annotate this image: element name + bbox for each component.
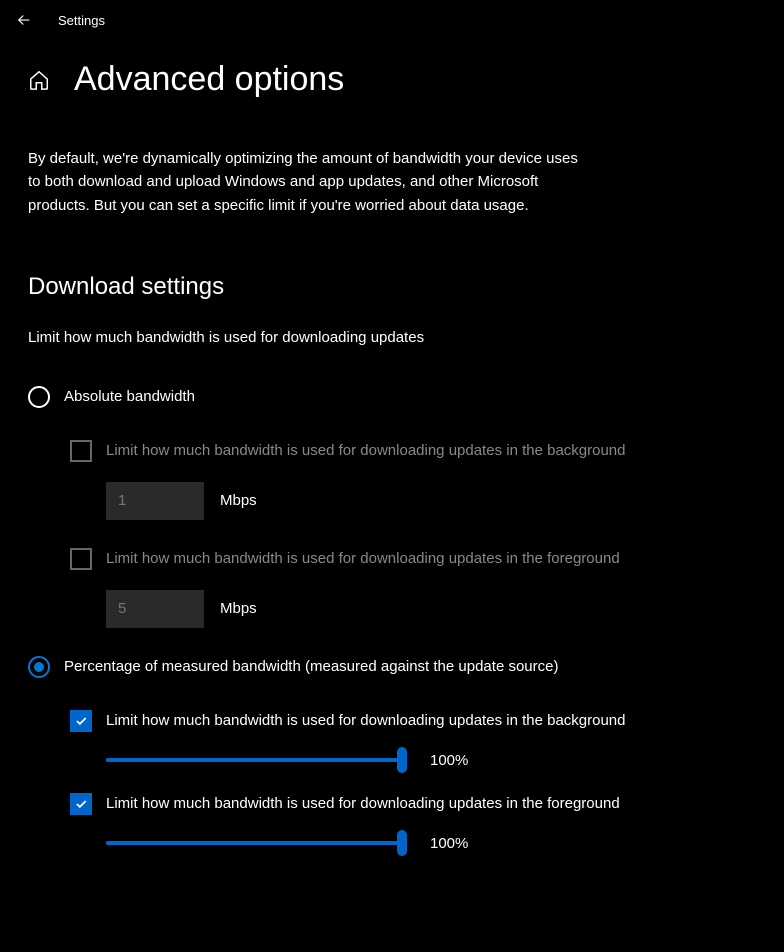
unit-label: Mbps	[220, 492, 257, 509]
radio-label: Percentage of measured bandwidth (measur…	[64, 658, 558, 675]
absolute-background-input[interactable]	[106, 482, 204, 520]
arrow-left-icon	[15, 11, 33, 29]
checkbox-label: Limit how much bandwidth is used for dow…	[106, 712, 626, 729]
checkbox-icon	[70, 548, 92, 570]
checkbox-label: Limit how much bandwidth is used for dow…	[106, 795, 620, 812]
page-header: Advanced options	[28, 60, 756, 99]
checkbox-icon	[70, 710, 92, 732]
unit-label: Mbps	[220, 600, 257, 617]
absolute-group: Limit how much bandwidth is used for dow…	[70, 440, 756, 628]
radio-percentage-bandwidth[interactable]: Percentage of measured bandwidth (measur…	[28, 656, 756, 678]
checkbox-label: Limit how much bandwidth is used for dow…	[106, 550, 620, 567]
checkbox-icon	[70, 793, 92, 815]
slider-background[interactable]	[106, 758, 402, 762]
content-area: Advanced options By default, we're dynam…	[0, 40, 784, 896]
back-button[interactable]	[14, 10, 34, 30]
checkbox-absolute-background[interactable]: Limit how much bandwidth is used for dow…	[70, 440, 756, 462]
slider-foreground-value: 100%	[430, 835, 468, 852]
checkbox-absolute-foreground[interactable]: Limit how much bandwidth is used for dow…	[70, 548, 756, 570]
checkbox-percentage-background[interactable]: Limit how much bandwidth is used for dow…	[70, 710, 756, 732]
slider-fill	[106, 758, 402, 762]
titlebar: Settings	[0, 0, 784, 40]
radio-icon	[28, 656, 50, 678]
radio-icon	[28, 386, 50, 408]
download-section-sub: Limit how much bandwidth is used for dow…	[28, 329, 756, 346]
slider-background-row: 100%	[106, 752, 756, 769]
slider-foreground[interactable]	[106, 841, 402, 845]
page-description: By default, we're dynamically optimizing…	[28, 147, 588, 217]
slider-fill	[106, 841, 402, 845]
download-section-title: Download settings	[28, 273, 756, 301]
radio-label: Absolute bandwidth	[64, 388, 195, 405]
checkbox-label: Limit how much bandwidth is used for dow…	[106, 442, 626, 459]
slider-background-value: 100%	[430, 752, 468, 769]
app-name: Settings	[58, 13, 105, 28]
absolute-foreground-input-row: Mbps	[106, 590, 756, 628]
page-title: Advanced options	[74, 60, 344, 99]
slider-thumb[interactable]	[397, 747, 407, 773]
checkbox-icon	[70, 440, 92, 462]
slider-foreground-row: 100%	[106, 835, 756, 852]
absolute-foreground-input[interactable]	[106, 590, 204, 628]
slider-thumb[interactable]	[397, 830, 407, 856]
home-icon[interactable]	[28, 69, 50, 91]
checkbox-percentage-foreground[interactable]: Limit how much bandwidth is used for dow…	[70, 793, 756, 815]
percentage-group: Limit how much bandwidth is used for dow…	[70, 710, 756, 852]
radio-absolute-bandwidth[interactable]: Absolute bandwidth	[28, 386, 756, 408]
absolute-background-input-row: Mbps	[106, 482, 756, 520]
